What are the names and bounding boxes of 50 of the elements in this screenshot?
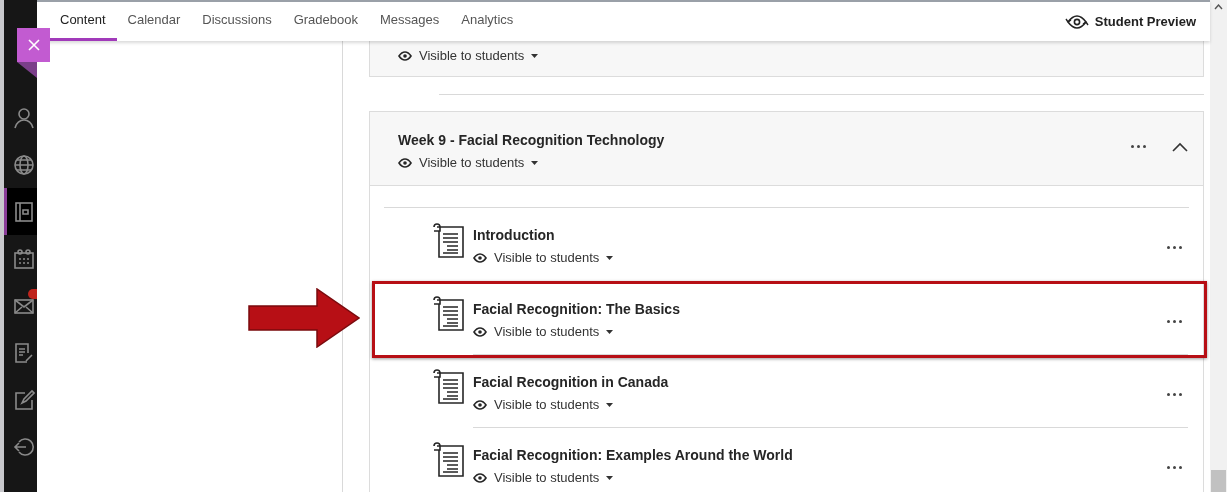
eye-icon — [473, 326, 487, 337]
visibility-dropdown[interactable]: Visible to students — [473, 248, 614, 268]
visibility-dropdown[interactable]: Visible to students — [398, 153, 539, 173]
nav-tab[interactable]: Messages — [369, 2, 451, 41]
caret-icon — [531, 160, 539, 165]
item-title[interactable]: Facial Recognition: The Basics — [473, 300, 1163, 318]
section-header[interactable]: Week 9 - Facial Recognition Technology Visible to students — [370, 112, 1203, 186]
nav-tab[interactable]: Discussions — [191, 2, 283, 41]
eye-icon — [473, 252, 487, 263]
caret-icon — [606, 255, 614, 260]
document-icon — [433, 442, 467, 478]
person-icon — [13, 106, 35, 129]
visibility-dropdown[interactable]: Visible to students — [473, 395, 614, 415]
item-title[interactable]: Introduction — [473, 226, 1163, 244]
caret-icon — [606, 329, 614, 334]
sidebar-item[interactable] — [4, 188, 37, 235]
item-title[interactable]: Facial Recognition in Canada — [473, 373, 1163, 391]
section-title: Week 9 - Facial Recognition Technology — [398, 131, 666, 149]
document-pen-icon — [13, 341, 35, 364]
eye-icon — [473, 399, 487, 410]
globe-icon — [13, 153, 35, 176]
student-preview-button[interactable]: Student Preview — [1064, 11, 1210, 32]
caret-icon — [606, 402, 614, 407]
eye-icon — [398, 50, 412, 61]
document-icon — [433, 369, 467, 405]
caret-icon — [606, 475, 614, 480]
document-icon — [433, 296, 467, 332]
eye-icon — [473, 472, 487, 483]
eye-icon — [398, 157, 412, 168]
edit-icon — [13, 388, 35, 411]
notification-badge — [28, 289, 37, 299]
scrollbar-thumb[interactable] — [1211, 470, 1226, 492]
nav-tab[interactable]: Gradebook — [282, 2, 369, 41]
corner-fold-icon — [17, 62, 37, 78]
visibility-dropdown[interactable]: Visible to students — [473, 322, 614, 342]
item-title[interactable]: Facial Recognition: Examples Around the World — [473, 446, 1163, 464]
visibility-dropdown[interactable]: Visible to students — [473, 468, 614, 488]
close-icon — [27, 39, 40, 51]
course-icon — [13, 200, 35, 223]
sign-out-icon — [13, 435, 35, 458]
nav-tab[interactable]: Calendar — [116, 2, 192, 41]
chevron-up-icon[interactable] — [1172, 141, 1188, 152]
scroll-up-icon[interactable] — [1214, 4, 1223, 10]
visibility-dropdown[interactable]: Visible to students — [398, 46, 539, 66]
nav-tab[interactable]: Analytics — [450, 2, 525, 41]
arrow-icon — [248, 288, 360, 348]
calendar-icon — [13, 247, 35, 270]
document-icon — [433, 223, 467, 259]
caret-icon — [531, 53, 539, 58]
eye-refresh-icon — [1064, 13, 1089, 30]
